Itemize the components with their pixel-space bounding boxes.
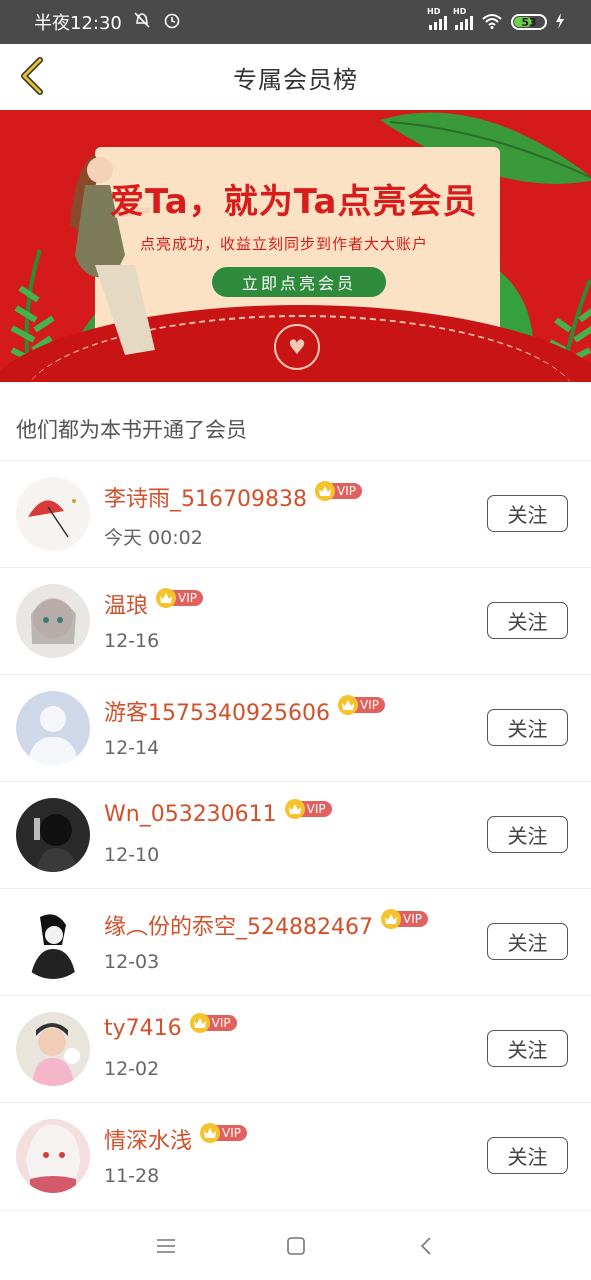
menu-button[interactable] bbox=[146, 1226, 186, 1266]
mute-icon bbox=[132, 10, 152, 35]
member-time: 12-14 bbox=[104, 737, 160, 759]
chevron-left-icon bbox=[21, 57, 43, 95]
list-item[interactable]: 李诗雨_516709838 VIP 今天 00:02 关注 bbox=[0, 460, 591, 567]
avatar[interactable] bbox=[16, 691, 90, 765]
battery-icon: 53 bbox=[511, 14, 547, 30]
section-title: 他们都为本书开通了会员 bbox=[16, 418, 247, 442]
vip-badge: VIP bbox=[337, 695, 385, 715]
vip-badge: VIP bbox=[380, 909, 428, 929]
page-title: 专属会员榜 bbox=[233, 65, 358, 94]
list-item[interactable]: ty7416 VIP 12-02 关注 bbox=[0, 995, 591, 1102]
crown-icon bbox=[314, 481, 335, 501]
vip-badge: VIP bbox=[284, 798, 332, 819]
status-time: 半夜12:30 bbox=[34, 13, 122, 34]
system-back-button[interactable] bbox=[406, 1226, 446, 1266]
member-time: 12-02 bbox=[104, 1058, 160, 1080]
signal-icon: HD bbox=[453, 7, 473, 30]
member-name[interactable]: 李诗雨_516709838 VIP bbox=[104, 481, 362, 513]
member-name[interactable]: ty7416 VIP bbox=[104, 1012, 237, 1041]
member-time: 12-10 bbox=[104, 844, 160, 866]
member-time: 12-16 bbox=[104, 630, 160, 652]
alarm-icon bbox=[162, 10, 182, 35]
back-triangle-icon bbox=[420, 1236, 431, 1255]
crown-icon bbox=[200, 1123, 221, 1143]
follow-button[interactable]: 关注 bbox=[487, 923, 568, 960]
system-nav-bar bbox=[0, 1210, 591, 1280]
crown-icon bbox=[380, 909, 401, 929]
vip-badge: VIP bbox=[314, 481, 362, 501]
list-item[interactable]: 温琅 VIP 12-16 关注 bbox=[0, 567, 591, 674]
crown-icon bbox=[189, 1012, 210, 1033]
avatar[interactable] bbox=[16, 905, 90, 979]
member-time: 11-28 bbox=[104, 1165, 160, 1187]
menu-icon bbox=[156, 1238, 175, 1253]
avatar[interactable] bbox=[16, 1119, 90, 1193]
member-name[interactable]: 情深水浅 VIP bbox=[104, 1123, 247, 1155]
heart-seal-icon: ♥ bbox=[274, 324, 320, 370]
follow-button[interactable]: 关注 bbox=[487, 709, 568, 746]
app-header: 专属会员榜 bbox=[0, 44, 591, 110]
crown-icon bbox=[284, 798, 305, 819]
charging-icon bbox=[555, 12, 565, 32]
list-item[interactable]: 情深水浅 VIP 11-28 关注 bbox=[0, 1102, 591, 1209]
avatar[interactable] bbox=[16, 584, 90, 658]
member-name[interactable]: Wn_053230611 VIP bbox=[104, 798, 332, 827]
avatar[interactable] bbox=[16, 1012, 90, 1086]
list-item[interactable]: 游客1575340925606 VIP 12-14 关注 bbox=[0, 674, 591, 781]
follow-button[interactable]: 关注 bbox=[487, 495, 568, 532]
avatar[interactable] bbox=[16, 798, 90, 872]
list-item[interactable]: 缘︵份的忝空_524882467 VIP 12-03 关注 bbox=[0, 888, 591, 995]
signal-icon: HD bbox=[427, 7, 447, 30]
member-time: 今天 00:02 bbox=[104, 527, 203, 549]
follow-button[interactable]: 关注 bbox=[487, 1030, 568, 1067]
member-name[interactable]: 温琅 VIP bbox=[104, 588, 203, 620]
follow-button[interactable]: 关注 bbox=[487, 816, 568, 853]
status-bar: 半夜12:30 HD HD 53 bbox=[0, 0, 591, 44]
list-item[interactable]: Wn_053230611 VIP 12-10 关注 bbox=[0, 781, 591, 888]
wifi-icon bbox=[481, 13, 503, 32]
home-square-icon bbox=[286, 1236, 305, 1255]
follow-button[interactable]: 关注 bbox=[487, 602, 568, 639]
member-name[interactable]: 缘︵份的忝空_524882467 VIP bbox=[104, 909, 428, 941]
vip-badge: VIP bbox=[156, 588, 203, 608]
avatar[interactable] bbox=[16, 477, 90, 551]
member-time: 12-03 bbox=[104, 951, 160, 973]
banner-headline: 爱Ta，就为Ta点亮会员 bbox=[110, 182, 478, 222]
crown-icon bbox=[156, 588, 177, 608]
member-list: 李诗雨_516709838 VIP 今天 00:02 关注 温琅 VIP 12-16… bbox=[0, 460, 591, 1209]
crown-icon bbox=[337, 695, 358, 715]
vip-badge: VIP bbox=[189, 1012, 237, 1033]
follow-button[interactable]: 关注 bbox=[487, 1137, 568, 1174]
member-name[interactable]: 游客1575340925606 VIP bbox=[104, 695, 385, 727]
vip-badge: VIP bbox=[200, 1123, 247, 1143]
activate-vip-button[interactable]: 立即点亮会员 bbox=[212, 267, 386, 297]
banner-subtitle: 点亮成功，收益立刻同步到作者大大账户 bbox=[140, 235, 429, 253]
home-button[interactable] bbox=[276, 1226, 316, 1266]
back-button[interactable] bbox=[10, 54, 54, 98]
promo-banner[interactable]: ♥ 爱Ta，就为Ta点亮会员 点亮成功，收益立刻同步到作者大大账户 立即点亮会员 bbox=[0, 110, 591, 382]
